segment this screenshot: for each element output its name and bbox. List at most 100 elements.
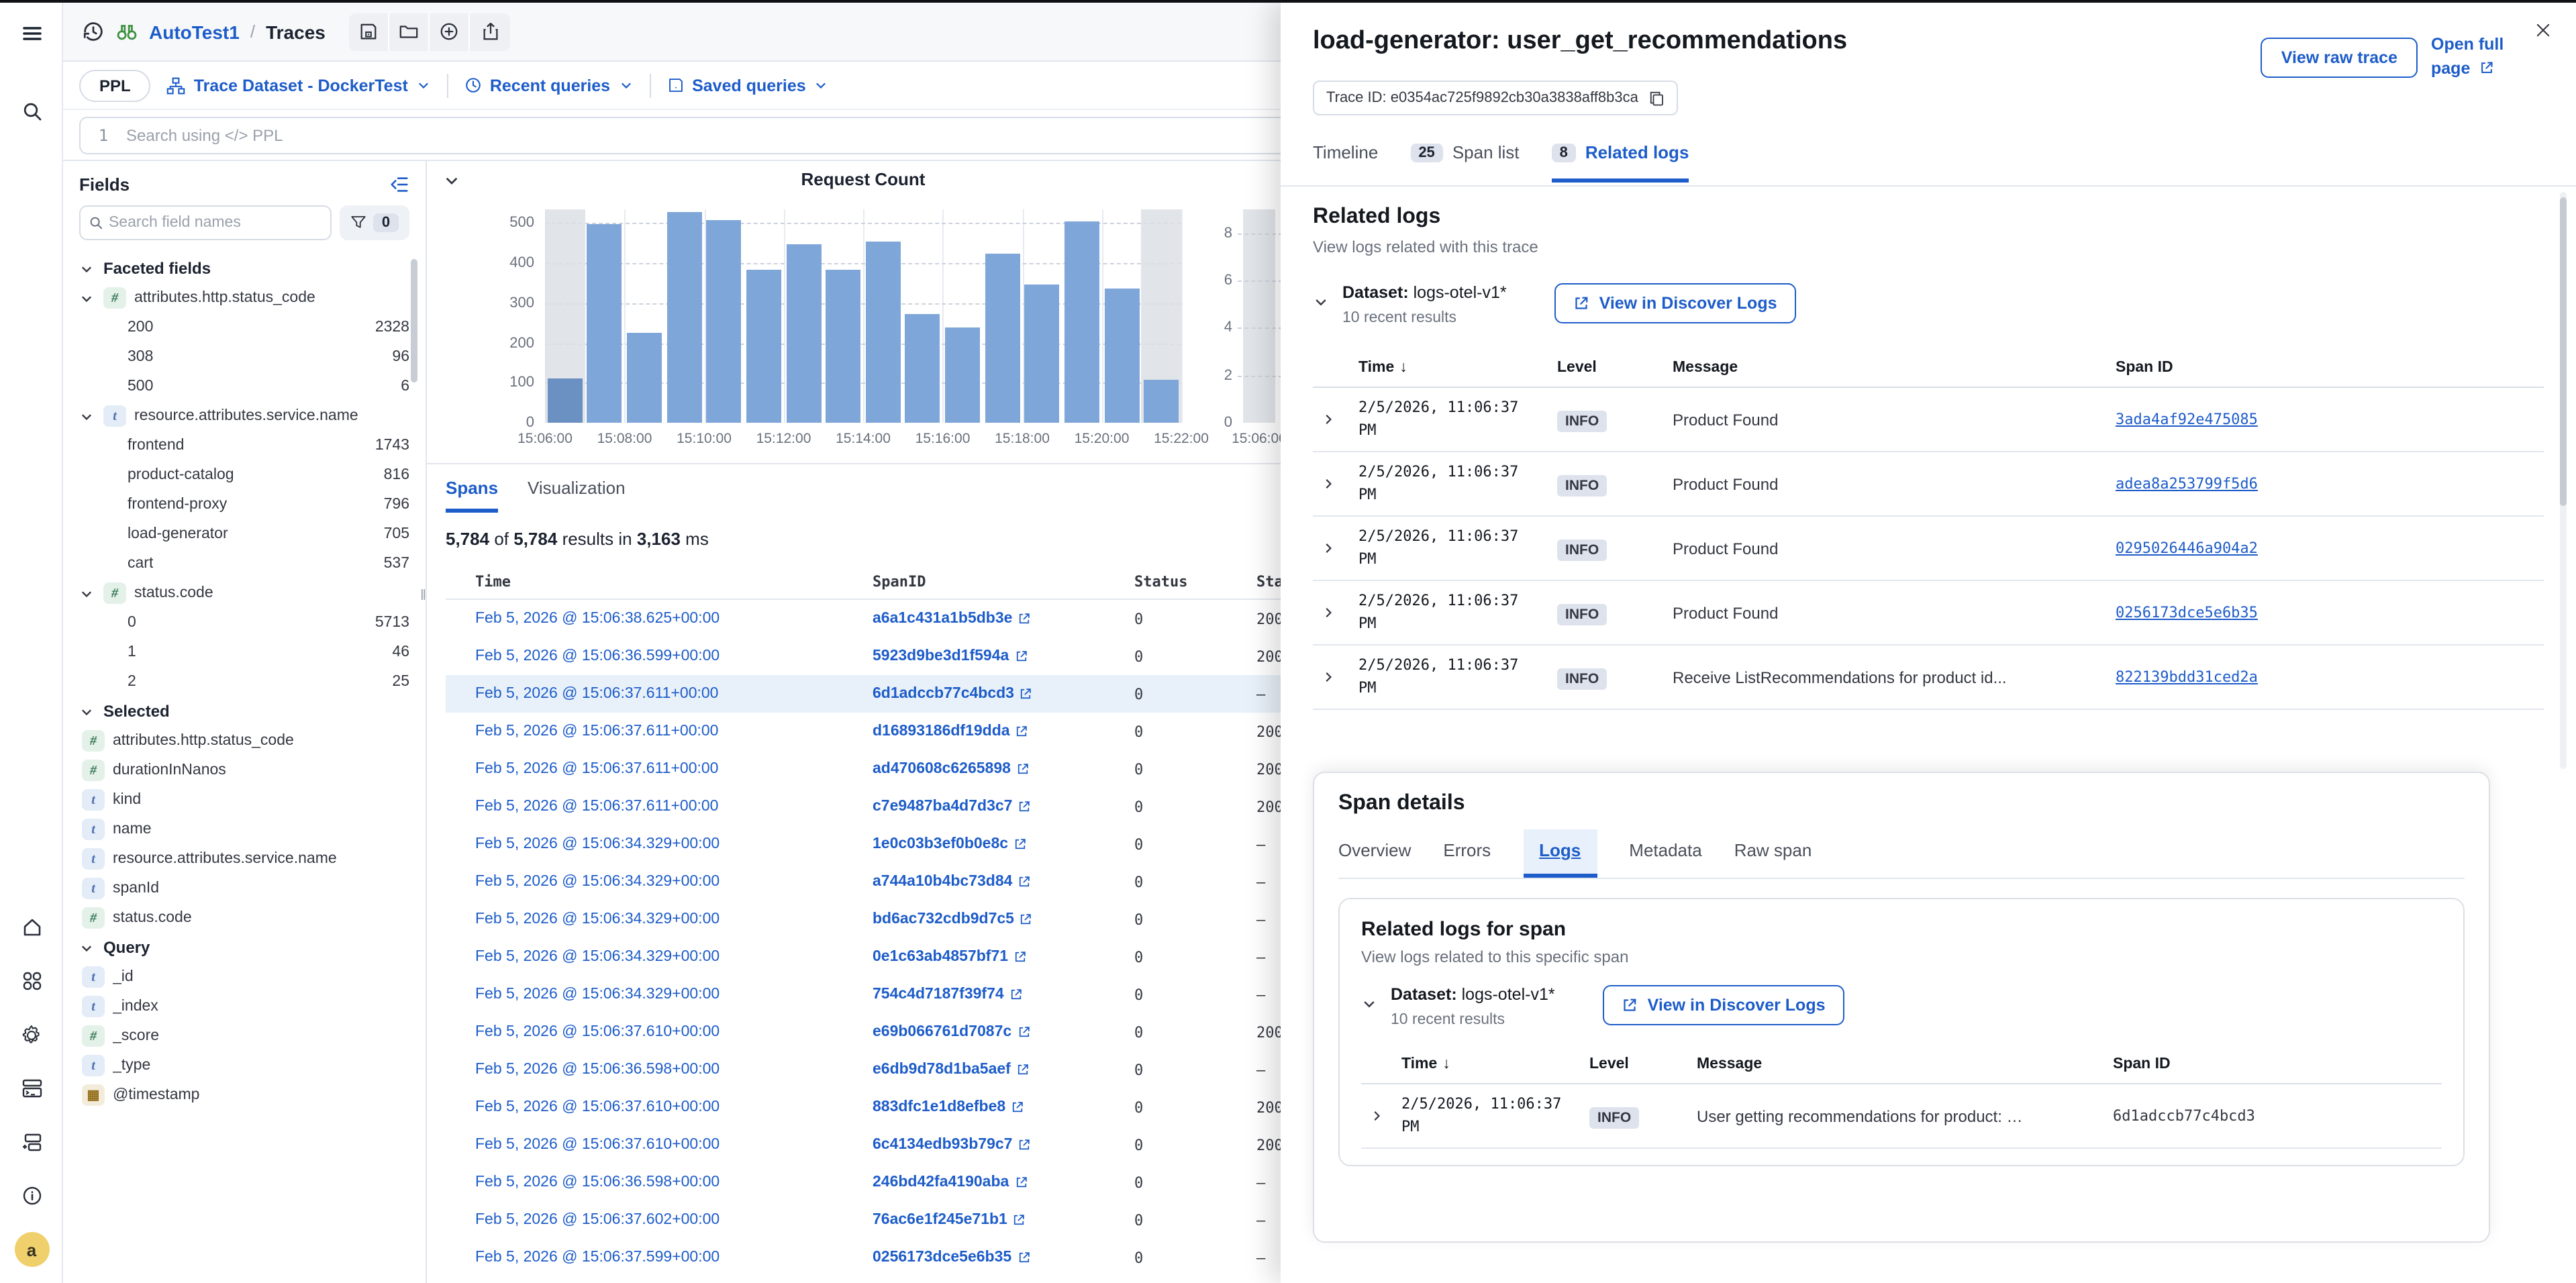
field-list-item[interactable]: 200 2328 <box>79 313 409 342</box>
field-search-input[interactable] <box>109 215 322 231</box>
view-raw-trace-button[interactable]: View raw trace <box>2261 38 2418 78</box>
field-search-box[interactable] <box>79 205 332 240</box>
span-details-tab[interactable]: Raw span <box>1734 829 1812 878</box>
breadcrumb-app-link[interactable]: AutoTest1 <box>149 21 240 42</box>
settings-gear-icon[interactable] <box>0 1012 63 1058</box>
expand-chevron-icon[interactable] <box>1313 412 1358 427</box>
span-time-link[interactable]: Feb 5, 2026 @ 15:06:34.329+00:00 <box>475 874 873 890</box>
field-list-item[interactable]: Query <box>79 933 409 962</box>
field-list-item[interactable]: 2 25 <box>79 667 409 697</box>
field-list-item[interactable]: t resource.attributes.service.name <box>79 844 409 874</box>
span-time-link[interactable]: Feb 5, 2026 @ 15:06:37.611+00:00 <box>475 761 873 777</box>
span-time-link[interactable]: Feb 5, 2026 @ 15:06:37.599+00:00 <box>475 1249 873 1266</box>
span-details-tab[interactable]: Logs <box>1523 829 1597 878</box>
close-icon[interactable] <box>2534 21 2552 39</box>
field-list-item[interactable]: frontend-proxy 796 <box>79 490 409 519</box>
span-id-link[interactable]: 76ac6e1f245e71b1 <box>873 1212 1134 1228</box>
results-tab[interactable]: Spans <box>446 478 498 513</box>
field-list-item[interactable]: # _score <box>79 1021 409 1051</box>
field-list-item[interactable]: 1 46 <box>79 637 409 667</box>
search-icon[interactable] <box>0 89 63 134</box>
span-id-link[interactable]: e6db9d78d1ba5aef <box>873 1062 1134 1078</box>
field-list-item[interactable]: Faceted fields <box>79 254 409 283</box>
field-list-item[interactable]: t resource.attributes.service.name <box>79 401 409 431</box>
col-span-id[interactable]: Span ID <box>2116 359 2544 375</box>
span-time-link[interactable]: Feb 5, 2026 @ 15:06:37.610+00:00 <box>475 1137 873 1153</box>
span-time-link[interactable]: Feb 5, 2026 @ 15:06:37.602+00:00 <box>475 1212 873 1228</box>
col-level[interactable]: Level <box>1557 359 1673 375</box>
field-list-item[interactable]: t _id <box>79 962 409 992</box>
flyout-scrollbar-thumb[interactable] <box>2560 197 2567 506</box>
view-in-discover-logs-button[interactable]: View in Discover Logs <box>1555 283 1796 323</box>
col-time[interactable]: Time↓ <box>1401 1056 1589 1072</box>
span-details-tab[interactable]: Metadata <box>1629 829 1701 878</box>
field-list-item[interactable]: 0 5713 <box>79 608 409 637</box>
span-id-link[interactable]: 6c4134edb93b79c7 <box>873 1137 1134 1153</box>
field-list-item[interactable]: # status.code <box>79 578 409 608</box>
field-list-item[interactable]: cart 537 <box>79 549 409 578</box>
field-list-item[interactable]: Selected <box>79 697 409 726</box>
span-id-link[interactable]: 883dfc1e1d8efbe8 <box>873 1099 1134 1115</box>
dev-tools-console-icon[interactable] <box>0 1066 63 1111</box>
log-span-id-link[interactable]: 0295026446a904a2 <box>2116 540 2544 557</box>
span-id-link[interactable]: 1e0c03b3ef0b0e8c <box>873 836 1134 852</box>
expand-chevron-icon[interactable] <box>1313 605 1358 620</box>
span-time-link[interactable]: Feb 5, 2026 @ 15:06:34.329+00:00 <box>475 836 873 852</box>
chart-collapse-chevron-icon[interactable] <box>443 172 460 189</box>
field-list-item[interactable]: frontend 1743 <box>79 431 409 460</box>
open-full-page-link[interactable]: Open full page <box>2431 32 2528 81</box>
span-time-link[interactable]: Feb 5, 2026 @ 15:06:37.611+00:00 <box>475 723 873 739</box>
span-id-link[interactable]: 5923d9be3d1f594a <box>873 648 1134 664</box>
menu-icon[interactable] <box>0 11 63 56</box>
col-level[interactable]: Level <box>1589 1056 1697 1072</box>
field-list-item[interactable]: t spanId <box>79 874 409 903</box>
span-id-link[interactable]: 246bd42fa4190aba <box>873 1174 1134 1190</box>
span-id-link[interactable]: ad470608c6265898 <box>873 761 1134 777</box>
field-list-item[interactable]: # attributes.http.status_code <box>79 726 409 756</box>
expand-chevron-icon[interactable] <box>1361 1109 1401 1123</box>
view-in-discover-logs-button[interactable]: View in Discover Logs <box>1603 985 1844 1025</box>
span-details-tab[interactable]: Overview <box>1338 829 1411 878</box>
field-list-item[interactable]: load-generator 705 <box>79 519 409 549</box>
field-list-item[interactable]: # attributes.http.status_code <box>79 283 409 313</box>
log-span-id-link[interactable]: 3ada4af92e475085 <box>2116 411 2544 428</box>
span-time-link[interactable]: Feb 5, 2026 @ 15:06:37.610+00:00 <box>475 1099 873 1115</box>
col-message[interactable]: Message <box>1697 1056 2113 1072</box>
request-count-plot[interactable]: 0100200300400500 <box>545 209 1181 423</box>
span-id-link[interactable]: bd6ac732cdb9d7c5 <box>873 911 1134 927</box>
span-id-link[interactable]: 6d1adccb77c4bcd3 <box>873 686 1134 702</box>
span-id-link[interactable]: e69b066761d7087c <box>873 1024 1134 1040</box>
col-span-id[interactable]: Span ID <box>2113 1056 2442 1072</box>
collapse-panel-icon[interactable] <box>389 174 409 195</box>
span-time-link[interactable]: Feb 5, 2026 @ 15:06:34.329+00:00 <box>475 949 873 965</box>
span-time-link[interactable]: Feb 5, 2026 @ 15:06:34.329+00:00 <box>475 911 873 927</box>
apps-icon[interactable] <box>0 958 63 1004</box>
flyout-tab[interactable]: Timeline <box>1313 142 1378 183</box>
results-tab[interactable]: Visualization <box>528 478 626 513</box>
expand-chevron-icon[interactable] <box>1313 670 1358 684</box>
span-id-link[interactable]: 0256173dce5e6b35 <box>873 1249 1134 1266</box>
span-time-link[interactable]: Feb 5, 2026 @ 15:06:38.625+00:00 <box>475 611 873 627</box>
span-id-link[interactable]: a744a10b4bc73d84 <box>873 874 1134 890</box>
field-list-item[interactable]: product-catalog 816 <box>79 460 409 490</box>
log-row[interactable]: 2/5/2026, 11:06:37PM INFO Product Found … <box>1313 452 2544 517</box>
open-folder-button[interactable] <box>390 13 430 50</box>
home-icon[interactable] <box>0 905 63 950</box>
new-plus-button[interactable] <box>430 13 470 50</box>
span-time-link[interactable]: Feb 5, 2026 @ 15:06:37.611+00:00 <box>475 799 873 815</box>
span-id-link[interactable]: 0e1c63ab4857bf71 <box>873 949 1134 965</box>
span-time-link[interactable]: Feb 5, 2026 @ 15:06:36.598+00:00 <box>475 1062 873 1078</box>
field-list-item[interactable]: ▦ @timestamp <box>79 1080 409 1110</box>
saved-queries-menu[interactable]: Saved queries <box>666 76 829 95</box>
info-icon[interactable] <box>0 1173 63 1219</box>
log-span-id-link[interactable]: 0256173dce5e6b35 <box>2116 604 2544 621</box>
field-list-item[interactable]: # durationInNanos <box>79 756 409 785</box>
col-time[interactable]: Time <box>475 573 873 591</box>
accordion-chevron-icon[interactable] <box>1313 294 1329 310</box>
log-span-id-link[interactable]: adea8a253799f5d6 <box>2116 475 2544 493</box>
log-row[interactable]: 2/5/2026, 11:06:37PM INFO Receive ListRe… <box>1313 646 2544 710</box>
log-row[interactable]: 2/5/2026, 11:06:37PM INFO User getting r… <box>1361 1084 2442 1149</box>
span-time-link[interactable]: Feb 5, 2026 @ 15:06:37.611+00:00 <box>475 686 873 702</box>
recent-queries-menu[interactable]: Recent queries <box>464 76 633 95</box>
log-row[interactable]: 2/5/2026, 11:06:37PM INFO Product Found … <box>1313 517 2544 581</box>
